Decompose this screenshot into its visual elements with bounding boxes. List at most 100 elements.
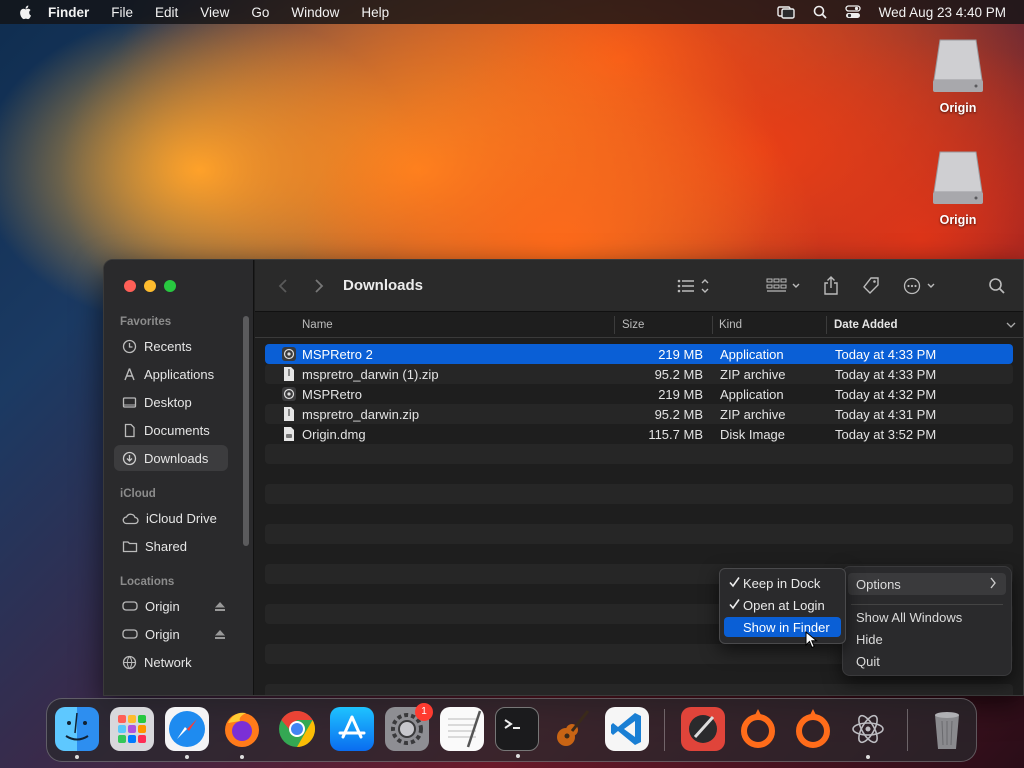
sidebar-item-label: Applications — [144, 366, 215, 382]
quit-item[interactable]: Quit — [856, 654, 880, 669]
sidebar-scrollbar[interactable] — [243, 316, 249, 546]
sidebar-item-network[interactable]: Network — [114, 649, 228, 675]
desktop-disk-origin-2[interactable]: Origin — [918, 148, 998, 227]
menu-item-label: Open at Login — [743, 598, 825, 613]
app-store-icon — [338, 715, 366, 739]
show-in-finder-item[interactable]: Show in Finder — [724, 617, 841, 637]
menu-app-name[interactable]: Finder — [48, 5, 89, 20]
file-kind: Application — [720, 387, 784, 402]
file-size: 219 MB — [658, 387, 703, 402]
shared-folder-icon — [122, 540, 138, 552]
file-row-mspretro[interactable]: MSPRetro 219 MB Application Today at 4:3… — [265, 384, 1013, 404]
dock-terminal[interactable] — [495, 707, 539, 758]
column-date-header[interactable]: Date Added — [834, 319, 897, 331]
sidebar-item-origin-2[interactable]: Origin — [114, 621, 228, 647]
column-size-header[interactable]: Size — [622, 319, 644, 331]
menu-window[interactable]: Window — [291, 5, 339, 20]
dock-launchpad[interactable] — [110, 707, 154, 751]
sidebar-item-desktop[interactable]: Desktop — [114, 389, 228, 415]
checkmark-icon — [729, 577, 740, 588]
file-kind: ZIP archive — [720, 407, 786, 422]
chrome-icon — [279, 711, 316, 747]
minimize-button[interactable] — [144, 280, 156, 292]
column-kind-header[interactable]: Kind — [719, 319, 742, 331]
sort-chevron-down-icon[interactable] — [1006, 321, 1016, 329]
menu-file[interactable]: File — [111, 5, 133, 20]
dock-trash[interactable] — [925, 707, 969, 751]
share-icon[interactable] — [822, 276, 840, 296]
file-row-mspretro-darwin-1-zip[interactable]: mspretro_darwin (1).zip 95.2 MB ZIP arch… — [265, 364, 1013, 384]
dock-vscode[interactable] — [605, 707, 649, 751]
checkmark-icon — [729, 599, 740, 610]
desktop-disk-origin-1[interactable]: Origin — [918, 36, 998, 115]
keep-in-dock-item[interactable]: Keep in Dock — [724, 573, 841, 593]
menu-view[interactable]: View — [200, 5, 229, 20]
more-actions-icon[interactable] — [903, 276, 939, 296]
sidebar-item-shared[interactable]: Shared — [114, 533, 228, 559]
list-view-icon[interactable] — [676, 276, 714, 296]
search-icon[interactable] — [988, 276, 1006, 296]
dock-garageband[interactable] — [550, 707, 594, 751]
sidebar-item-applications[interactable]: Applications — [114, 361, 228, 387]
sidebar-section-icloud: iCloud — [120, 488, 156, 500]
menu-separator — [851, 604, 1003, 605]
dock-divider — [664, 709, 665, 751]
dock-chrome[interactable] — [275, 707, 319, 751]
show-all-windows-item[interactable]: Show All Windows — [856, 610, 962, 625]
dock-script-editor[interactable] — [681, 707, 725, 751]
application-icon — [282, 347, 296, 361]
column-name-header[interactable]: Name — [302, 319, 333, 331]
menu-help[interactable]: Help — [361, 5, 389, 20]
dock-app-store[interactable] — [330, 707, 374, 751]
file-row-origin-dmg[interactable]: Origin.dmg 115.7 MB Disk Image Today at … — [265, 424, 1013, 444]
column-headers: Name Size Kind Date Added — [255, 312, 1023, 338]
column-separator[interactable] — [614, 316, 615, 334]
eject-icon[interactable] — [214, 601, 226, 612]
open-at-login-item[interactable]: Open at Login — [724, 595, 841, 615]
options-label[interactable]: Options — [856, 577, 901, 592]
dock-system-settings[interactable]: 1 — [385, 703, 433, 751]
back-chevron-icon[interactable] — [277, 278, 289, 294]
close-button[interactable] — [124, 280, 136, 292]
dock-firefox[interactable] — [220, 707, 264, 759]
spotlight-search-icon[interactable] — [813, 5, 827, 19]
trash-icon — [935, 712, 959, 749]
sidebar-item-icloud-drive[interactable]: iCloud Drive — [114, 505, 228, 531]
sidebar-item-recents[interactable]: Recents — [114, 333, 228, 359]
sidebar-item-documents[interactable]: Documents — [114, 417, 228, 443]
running-indicator — [240, 755, 244, 759]
window-controls — [124, 280, 176, 292]
apple-menu-icon[interactable] — [18, 4, 34, 20]
eject-icon[interactable] — [214, 629, 226, 640]
menu-edit[interactable]: Edit — [155, 5, 178, 20]
forward-chevron-icon[interactable] — [313, 278, 325, 294]
column-separator[interactable] — [826, 316, 827, 334]
zoom-button[interactable] — [164, 280, 176, 292]
disk-image-icon — [933, 151, 983, 204]
file-row-mspretro-2[interactable]: MSPRetro 2 219 MB Application Today at 4… — [265, 344, 1013, 364]
tag-icon[interactable] — [861, 276, 881, 296]
dock-safari[interactable] — [165, 707, 209, 759]
group-view-icon[interactable] — [765, 276, 803, 296]
options-submenu: Keep in Dock Open at Login Show in Finde… — [719, 568, 846, 644]
control-center-icon[interactable] — [845, 5, 861, 19]
dock-mspretro[interactable] — [846, 707, 890, 759]
empty-row — [265, 444, 1013, 464]
sidebar-item-origin-1[interactable]: Origin — [114, 593, 228, 619]
running-indicator — [516, 754, 520, 758]
menu-clock[interactable]: Wed Aug 23 4:40 PM — [879, 5, 1006, 20]
sidebar-item-label: Origin — [145, 626, 180, 642]
dock-textedit[interactable] — [440, 707, 484, 751]
file-row-mspretro-darwin-zip[interactable]: mspretro_darwin.zip 95.2 MB ZIP archive … — [265, 404, 1013, 424]
dock-origin-2[interactable] — [791, 707, 835, 751]
column-separator[interactable] — [712, 316, 713, 334]
hide-item[interactable]: Hide — [856, 632, 883, 647]
disk-icon — [122, 629, 138, 639]
menu-go[interactable]: Go — [251, 5, 269, 20]
sidebar-item-downloads[interactable]: Downloads — [114, 445, 228, 471]
screen-mirroring-icon[interactable] — [776, 5, 795, 19]
origin-icon — [741, 709, 775, 748]
dock-origin-1[interactable] — [736, 707, 780, 751]
window-title: Downloads — [343, 277, 424, 294]
dock-finder[interactable] — [55, 707, 99, 759]
